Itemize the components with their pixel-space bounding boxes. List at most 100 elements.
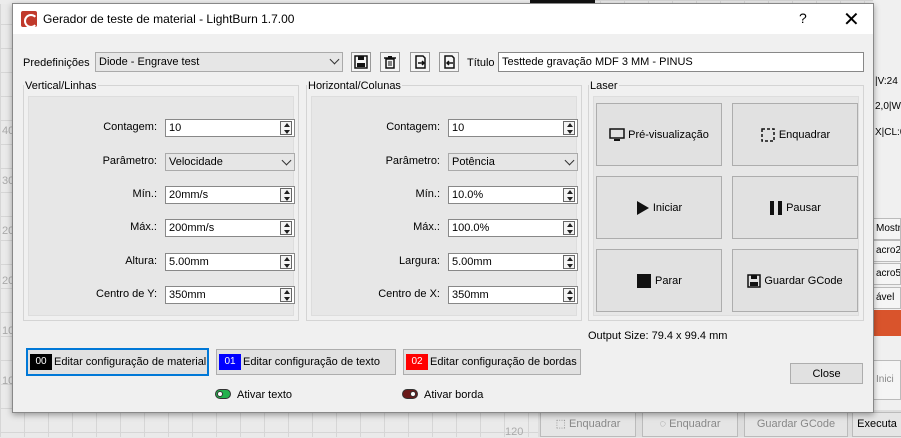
param-label: Parâmetro:: [102, 155, 157, 167]
horizontal-center-input[interactable]: 350mm: [448, 286, 578, 304]
height-label: Altura:: [125, 255, 157, 267]
param-label: Parâmetro:: [385, 155, 440, 167]
close-button[interactable]: Close: [790, 363, 863, 384]
status-text: 2,0|W: [875, 101, 901, 112]
vertical-count-input[interactable]: 10: [165, 119, 295, 137]
right-panel: |V:24 2,0|W X|CL:0 Mostra acro2 acro5 áv…: [873, 0, 901, 437]
edit-text-settings-button[interactable]: 01 Editar configuração de texto: [216, 349, 396, 375]
spin-arrows-icon[interactable]: [280, 288, 292, 302]
spin-arrows-icon[interactable]: [280, 188, 292, 202]
close-window-button[interactable]: ✕: [843, 7, 860, 32]
horizontal-count-input[interactable]: 10: [448, 119, 578, 137]
horizontal-param-dropdown[interactable]: Potência: [448, 153, 578, 171]
value: Potência: [452, 156, 495, 168]
bottom-toolbar: ⬚ Enquadrar ◌ Enquadrar Guardar GCode Ex…: [538, 410, 901, 437]
presets-dropdown[interactable]: Diode - Engrave test: [95, 52, 343, 72]
help-button[interactable]: ?: [799, 10, 807, 26]
show-button[interactable]: Mostra: [873, 218, 901, 240]
import-icon: [415, 55, 426, 69]
horizontal-group: Horizontal/Colunas Contagem: 10 Parâmetr…: [306, 80, 582, 321]
horizontal-group-title: Horizontal/Colunas: [307, 80, 402, 92]
start-label: Iniciar: [652, 201, 683, 214]
min-label: Mín.:: [132, 188, 157, 200]
accent-bar: [873, 310, 901, 336]
spin-arrows-icon[interactable]: [563, 221, 575, 235]
vertical-param-dropdown[interactable]: Velocidade: [165, 153, 295, 171]
spin-arrows-icon[interactable]: [280, 121, 292, 135]
vertical-max-input[interactable]: 200mm/s: [165, 219, 295, 237]
frame-label: Enquadrar: [778, 128, 831, 141]
spin-arrows-icon[interactable]: [563, 255, 575, 269]
save-preset-button[interactable]: [351, 52, 371, 72]
horizontal-max-input[interactable]: 100.0%: [448, 219, 578, 237]
enable-text-toggle[interactable]: [215, 389, 231, 399]
pause-icon: [770, 200, 783, 215]
edit-border-settings-button[interactable]: 02 Editar configuração de bordas: [403, 349, 581, 375]
frame-button-bg[interactable]: ⬚ Enquadrar: [540, 412, 636, 437]
value: 5.00mm: [452, 256, 492, 268]
frame-button[interactable]: Enquadrar: [732, 103, 858, 166]
frame-icon: ⬚: [555, 418, 566, 430]
vertical-min-input[interactable]: 20mm/s: [165, 186, 295, 204]
enable-text-label: Ativar texto: [237, 389, 293, 401]
pause-button[interactable]: Pausar: [732, 176, 858, 239]
frame-round-button-bg[interactable]: ◌ Enquadrar: [642, 412, 738, 437]
import-preset-button[interactable]: [410, 52, 430, 72]
spin-arrows-icon[interactable]: [280, 221, 292, 235]
horizontal-min-input[interactable]: 10.0%: [448, 186, 578, 204]
presets-value: Diode - Engrave test: [99, 56, 200, 68]
dialog-title: Gerador de teste de material - LightBurn…: [43, 12, 295, 26]
save-gcode-button[interactable]: Guardar GCode: [732, 249, 858, 312]
run-button-bg[interactable]: Executa: [852, 412, 901, 437]
save-icon: [354, 55, 368, 69]
vertical-group-title: Vertical/Linhas: [24, 80, 98, 92]
start-button[interactable]: Iniciar: [596, 176, 722, 239]
chevron-down-icon: [564, 155, 575, 166]
value: 10: [169, 122, 182, 134]
enable-border-toggle[interactable]: [402, 389, 418, 399]
vertical-center-input[interactable]: 350mm: [165, 286, 295, 304]
save-gcode-button-bg[interactable]: Guardar GCode: [744, 412, 848, 437]
status-text: |V:24: [875, 76, 898, 87]
value: 10.0%: [452, 189, 484, 201]
material-color-swatch: 00: [30, 354, 52, 370]
save-icon: [747, 273, 762, 288]
border-button-label: Editar configuração de bordas: [430, 356, 577, 368]
edit-material-settings-button[interactable]: 00 Editar configuração de material: [26, 348, 209, 376]
frame-icon: [761, 127, 775, 142]
chevron-down-icon: [281, 155, 292, 166]
horizontal-width-input[interactable]: 5.00mm: [448, 253, 578, 271]
spin-arrows-icon[interactable]: [563, 121, 575, 135]
min-label: Mín.:: [415, 188, 440, 200]
material-button-label: Editar configuração de material: [54, 356, 207, 368]
preview-label: Pré-visualização: [628, 128, 709, 141]
presets-label: Predefinições: [23, 57, 90, 69]
stop-label: Parar: [655, 274, 682, 287]
title-label: Título: [467, 57, 495, 69]
chevron-down-icon: [329, 54, 340, 65]
macro-button[interactable]: acro2: [873, 240, 901, 262]
enable-border-label: Ativar borda: [424, 389, 484, 401]
width-label: Largura:: [399, 255, 440, 267]
toggle-button[interactable]: ável: [873, 287, 901, 309]
stop-icon: [637, 273, 652, 288]
spin-arrows-icon[interactable]: [563, 288, 575, 302]
monitor-icon: [609, 127, 625, 141]
lightburn-logo-icon: [21, 11, 38, 28]
preview-button[interactable]: Pré-visualização: [596, 103, 722, 166]
title-input[interactable]: Testtede gravação MDF 3 MM - PINUS: [498, 52, 864, 72]
delete-preset-button[interactable]: [380, 52, 400, 72]
export-preset-button[interactable]: [439, 52, 459, 72]
spin-arrows-icon[interactable]: [563, 188, 575, 202]
spin-arrows-icon[interactable]: [280, 255, 292, 269]
value: Velocidade: [169, 156, 223, 168]
macro-button[interactable]: acro5: [873, 263, 901, 285]
border-color-swatch: 02: [406, 354, 428, 370]
value: 20mm/s: [169, 189, 209, 201]
laser-group-title: Laser: [589, 80, 619, 92]
start-button-bg[interactable]: Inici: [873, 360, 901, 400]
stop-button[interactable]: Parar: [596, 249, 722, 312]
value: 10: [452, 122, 465, 134]
value: 200mm/s: [169, 222, 215, 234]
vertical-height-input[interactable]: 5.00mm: [165, 253, 295, 271]
